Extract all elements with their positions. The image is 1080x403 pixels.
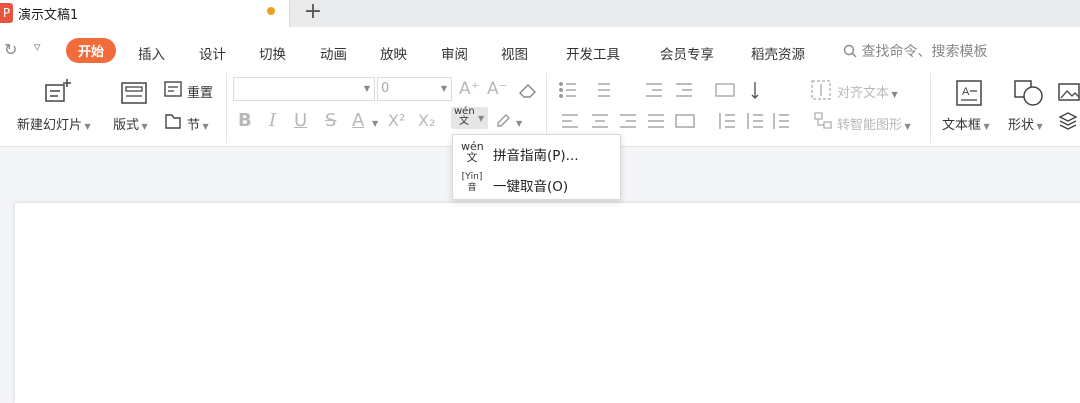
subscript-button[interactable]: X₂ [418,111,435,130]
align-text-icon [811,80,831,100]
chevron-down-icon: ▼ [200,122,209,131]
pinyin-dropdown-menu: wén 文 拼音指南(P)... [Yīn] 音 一键取音(O) [452,134,621,200]
convert-smartart-button[interactable]: 转智能图形 ▼ [837,114,911,133]
italic-button[interactable]: I [269,110,276,131]
layout-label: 版式 [113,118,140,133]
list-buttons-row [559,82,692,98]
tab-home[interactable]: 开始 [66,38,117,63]
section-label: 节 [187,118,201,133]
tab-bar: P 演示文稿1 + [0,0,1080,27]
highlight-icon[interactable] [494,109,514,129]
align-text-button[interactable]: 对齐文本 ▼ [837,82,898,101]
menu-item-pinyin-guide[interactable]: wén 文 拼音指南(P)... [453,138,622,168]
tab-transition[interactable]: 切换 [259,43,286,63]
textbox-label: 文本框 [942,118,982,133]
svg-text:A: A [962,86,970,98]
presentation-app-icon: P [0,3,13,23]
customize-quick-access-icon[interactable]: ▿ [34,40,41,55]
document-title: 演示文稿1 [18,8,79,23]
strikethrough-button[interactable]: S [325,110,336,131]
bold-button[interactable]: B [238,110,252,131]
reset-button[interactable]: 重置 [187,82,213,101]
menu-item-label: 拼音指南(P)... [493,148,579,164]
font-size-select[interactable]: 0 ▼ [377,77,452,101]
eraser-icon[interactable] [518,81,538,99]
command-search[interactable]: 查找命令、搜索模板 [843,41,987,61]
layout-icon [121,82,147,104]
group-divider [226,73,227,143]
new-tab-button[interactable]: + [303,0,323,27]
ribbon-toolbar: ↻ ▿ 开始 插入 设计 切换 动画 放映 审阅 视图 开发工具 会员专享 稻壳… [0,27,1080,147]
search-icon [843,44,857,58]
layout-button[interactable]: 版式 ▼ [113,114,148,133]
arrange-layers-icon[interactable] [1058,111,1078,131]
chevron-down-icon: ▼ [1034,122,1043,131]
tab-animation[interactable]: 动画 [320,43,347,63]
smartart-icon [814,112,832,129]
tab-view[interactable]: 视图 [501,43,528,63]
menu-item-label: 一键取音(O) [493,179,569,195]
font-size-value: 0 [381,81,390,96]
group-divider [930,73,931,143]
redo-icon[interactable]: ↻ [4,40,17,59]
new-slide-icon [45,79,71,102]
tab-member-exclusive[interactable]: 会员专享 [660,43,714,63]
underline-button[interactable]: U [294,110,307,131]
tab-review[interactable]: 审阅 [441,43,468,63]
menu-item-one-click-pinyin[interactable]: [Yīn] 音 一键取音(O) [453,169,622,199]
textbox-button[interactable]: 文本框 ▼ [942,114,990,133]
shape-label: 形状 [1008,118,1035,133]
chevron-down-icon: ▼ [363,84,370,93]
chevron-down-icon: ▼ [440,84,447,93]
alignment-buttons-row [562,114,695,128]
unsaved-indicator-icon [267,7,275,15]
tab-insert[interactable]: 插入 [138,43,165,63]
font-name-select[interactable]: ▼ [233,77,375,101]
tab-design[interactable]: 设计 [199,43,226,63]
chevron-down-icon: ▼ [139,122,148,131]
line-spacing-icons [719,113,789,129]
tab-developer-tools[interactable]: 开发工具 [566,43,620,63]
pinyin-icon: wén 文 [454,106,475,127]
new-slide-button[interactable]: 新建幻灯片 ▼ [17,114,91,133]
group-divider [546,73,547,143]
tab-slideshow[interactable]: 放映 [380,43,407,63]
chevron-down-icon: ▼ [82,122,91,131]
section-button[interactable]: 节 ▼ [187,114,209,133]
font-color-button[interactable]: A [352,110,364,131]
chevron-down-icon: ▼ [889,90,898,99]
chevron-down-icon: ▼ [981,122,990,131]
pinyin-guide-icon: wén 文 [461,140,484,164]
command-search-placeholder: 查找命令、搜索模板 [861,44,988,60]
chevron-down-icon: ▼ [372,119,379,128]
textbox-icon: A [956,80,982,106]
reset-icon [164,81,182,97]
chevron-down-icon: ▼ [902,122,911,131]
one-click-pinyin-icon: [Yīn] 音 [461,172,483,193]
document-tab[interactable]: P 演示文稿1 [0,0,290,27]
tab-docer-resources[interactable]: 稻壳资源 [751,43,805,63]
slide-page[interactable] [15,203,1080,403]
shrink-font-button[interactable]: A⁻ [487,79,508,99]
shape-icon [1014,80,1043,106]
superscript-button[interactable]: X² [388,111,405,130]
picture-icon[interactable] [1058,82,1080,102]
pinyin-guide-button[interactable]: wén 文 ▼ [451,107,488,129]
align-text-label: 对齐文本 [837,86,890,101]
chevron-down-icon: ▼ [478,114,485,123]
grow-font-button[interactable]: A⁺ [459,79,480,99]
text-direction-icons [715,82,759,99]
chevron-down-icon: ▼ [516,119,523,128]
new-slide-label: 新建幻灯片 [17,118,83,133]
menu-row: ↻ ▿ 开始 插入 设计 切换 动画 放映 审阅 视图 开发工具 会员专享 稻壳… [0,27,1080,73]
smartart-label: 转智能图形 [837,118,903,133]
section-icon [165,114,181,129]
shape-button[interactable]: 形状 ▼ [1008,114,1043,133]
